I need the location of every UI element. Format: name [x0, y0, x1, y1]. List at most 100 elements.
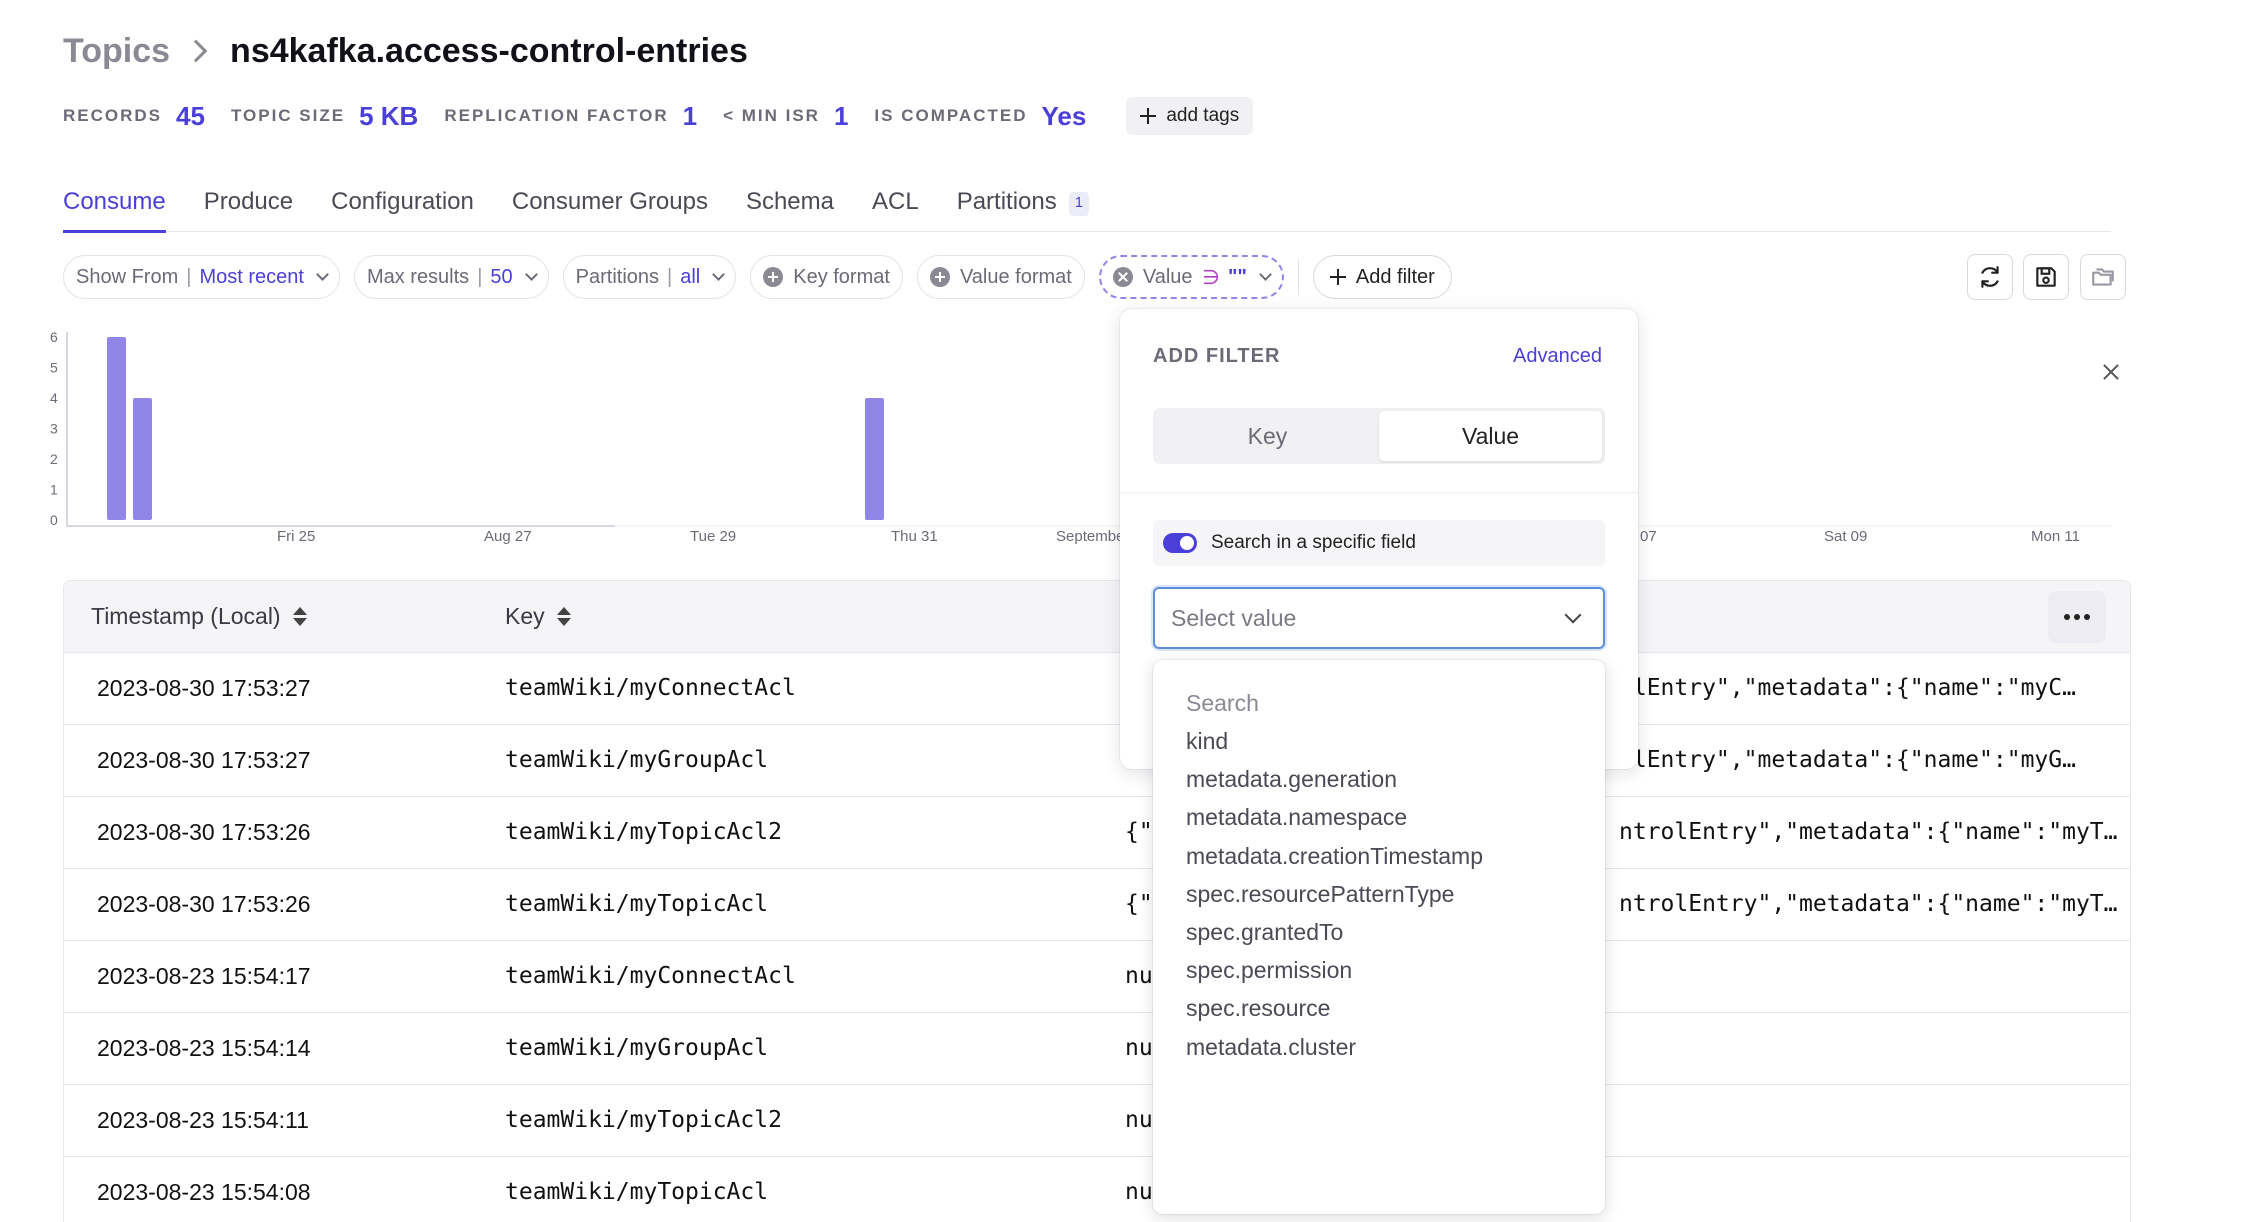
row-key: teamWiki/myTopicAcl2 [505, 1107, 782, 1133]
specific-field-toggle[interactable] [1163, 533, 1197, 553]
table-row[interactable]: 2023-08-23 15:54:08 teamWiki/myTopicAcl nu [64, 1157, 2130, 1222]
y-tick-label: 0 [50, 512, 58, 528]
dropdown-search-input[interactable]: Search [1186, 690, 1259, 717]
row-value-tail: ntrolEntry","metadata":{"name":"myT… [1619, 891, 2118, 917]
table-body: 2023-08-30 17:53:27 teamWiki/myConnectAcl… [64, 653, 2130, 1222]
refresh-button[interactable] [1967, 254, 2013, 300]
stat-value: 1 [833, 100, 849, 131]
partitions-filter[interactable]: Partitions | all [562, 255, 737, 299]
column-header-label: Key [505, 603, 545, 629]
row-value: {" [1125, 819, 1153, 845]
segment-key[interactable]: Key [1156, 411, 1379, 461]
tab-produce[interactable]: Produce [204, 182, 293, 232]
value-format-filter[interactable]: Value format [916, 255, 1085, 299]
y-tick-label: 4 [50, 390, 58, 406]
row-timestamp: 2023-08-30 17:53:26 [97, 891, 311, 917]
partitions-label: Partitions [575, 265, 660, 288]
stat-label: RECORDS [63, 106, 163, 125]
add-filter-label: Add filter [1355, 265, 1435, 288]
stat-label: REPLICATION FACTOR [444, 106, 669, 125]
save-button[interactable] [2023, 254, 2069, 300]
segment-value[interactable]: Value [1379, 411, 1602, 461]
row-timestamp: 2023-08-30 17:53:27 [97, 747, 311, 773]
tab-acl[interactable]: ACL [872, 182, 919, 232]
row-timestamp: 2023-08-23 15:54:08 [97, 1179, 311, 1205]
tab-configuration[interactable]: Configuration [331, 182, 474, 232]
breadcrumb: Topics ns4kafka.access-control-entries [63, 28, 748, 74]
add-circle-icon [763, 267, 784, 287]
breadcrumb-topics-link[interactable]: Topics [63, 32, 170, 71]
tab-partitions[interactable]: Partitions 1 [957, 182, 1090, 232]
histogram-bar[interactable] [107, 337, 126, 520]
value-filter-query: "" [1227, 265, 1247, 288]
column-header-key[interactable]: Key [505, 603, 571, 630]
popover-title: ADD FILTER [1153, 345, 1281, 367]
chevron-right-icon [184, 39, 208, 63]
column-header-label: Timestamp (Local) [91, 603, 281, 629]
popover-divider [1120, 492, 1638, 493]
stat-min-isr: < MIN ISR 1 [723, 101, 848, 132]
table-row[interactable]: 2023-08-23 15:54:11 teamWiki/myTopicAcl2 n… [64, 1085, 2130, 1157]
records-table: Timestamp (Local) Key 2023-08-30 17:53:2… [63, 580, 2131, 1222]
row-value-tail: ntrolEntry","metadata":{"name":"myT… [1619, 819, 2118, 845]
key-format-filter[interactable]: Key format [750, 255, 903, 299]
histogram-bar[interactable] [133, 398, 152, 520]
table-row[interactable]: 2023-08-23 15:54:17 teamWiki/myConnectAcl… [64, 941, 2130, 1013]
tab-schema[interactable]: Schema [746, 182, 834, 232]
column-header-timestamp[interactable]: Timestamp (Local) [91, 603, 307, 630]
partitions-count-badge: 1 [1068, 192, 1090, 216]
more-options-button[interactable] [2048, 591, 2106, 643]
row-key: teamWiki/myTopicAcl [505, 891, 769, 917]
stat-label: < MIN ISR [723, 106, 820, 125]
show-from-filter[interactable]: Show From | Most recent [63, 255, 340, 299]
refresh-icon [1981, 266, 1999, 288]
field-select[interactable]: Select value [1153, 587, 1605, 649]
value-filter-pill[interactable]: Value ∋ "" [1098, 255, 1284, 299]
specific-field-toggle-row: Search in a specific field [1153, 520, 1605, 566]
row-value-tail: olEntry","metadata":{"name":"myG… [1619, 747, 2076, 773]
table-row[interactable]: 2023-08-23 15:54:14 teamWiki/myGroupAcl nu [64, 1013, 2130, 1085]
field-option[interactable]: spec.resource [1186, 995, 1330, 1022]
advanced-link[interactable]: Advanced [1513, 345, 1602, 368]
tab-consume[interactable]: Consume [63, 182, 166, 233]
x-tick-label: Thu 31 [891, 528, 938, 545]
table-row[interactable]: 2023-08-30 17:53:27 teamWiki/myConnectAcl… [64, 653, 2130, 725]
tab-consumer-groups[interactable]: Consumer Groups [512, 182, 708, 232]
field-option[interactable]: metadata.creationTimestamp [1186, 843, 1483, 870]
field-option[interactable]: spec.grantedTo [1186, 919, 1343, 946]
max-results-filter[interactable]: Max results | 50 [353, 255, 549, 299]
field-option[interactable]: spec.resourcePatternType [1186, 881, 1454, 908]
add-tags-button[interactable]: add tags [1126, 97, 1254, 135]
max-results-label: Max results [366, 265, 470, 288]
key-format-label: Key format [793, 265, 890, 288]
table-row[interactable]: 2023-08-30 17:53:27 teamWiki/myGroupAcl ol… [64, 725, 2130, 797]
field-option[interactable]: metadata.cluster [1186, 1034, 1356, 1061]
field-option[interactable]: metadata.generation [1186, 766, 1397, 793]
stat-records: RECORDS 45 [63, 101, 205, 132]
row-key: teamWiki/myTopicAcl [505, 1179, 769, 1205]
field-option[interactable]: spec.permission [1186, 957, 1352, 984]
row-key: teamWiki/myTopicAcl2 [505, 819, 782, 845]
row-value-tail: olEntry","metadata":{"name":"myC… [1619, 675, 2076, 701]
x-tick-label: Sat 09 [1824, 528, 1867, 545]
plus-icon [1140, 108, 1157, 124]
sort-icon [556, 607, 571, 626]
close-chart-icon[interactable] [2099, 360, 2123, 384]
remove-circle-icon[interactable] [1112, 267, 1133, 287]
row-key: teamWiki/myGroupAcl [505, 747, 769, 773]
histogram-bar[interactable] [865, 398, 884, 520]
chevron-down-icon [712, 267, 726, 281]
field-option[interactable]: kind [1186, 728, 1228, 755]
contains-operator: ∋ [1202, 266, 1220, 289]
table-row[interactable]: 2023-08-30 17:53:26 teamWiki/myTopicAcl2 {… [64, 797, 2130, 869]
add-filter-button[interactable]: Add filter [1312, 255, 1452, 299]
row-timestamp: 2023-08-30 17:53:26 [97, 819, 311, 845]
table-row[interactable]: 2023-08-30 17:53:26 teamWiki/myTopicAcl {"… [64, 869, 2130, 941]
saved-filters-button[interactable] [2080, 254, 2126, 300]
y-tick-label: 1 [50, 482, 58, 498]
field-option[interactable]: metadata.namespace [1186, 804, 1407, 831]
stat-label: IS COMPACTED [874, 106, 1028, 125]
row-key: teamWiki/myGroupAcl [505, 1035, 769, 1061]
stat-value: Yes [1041, 100, 1087, 131]
add-tags-label: add tags [1166, 105, 1240, 126]
